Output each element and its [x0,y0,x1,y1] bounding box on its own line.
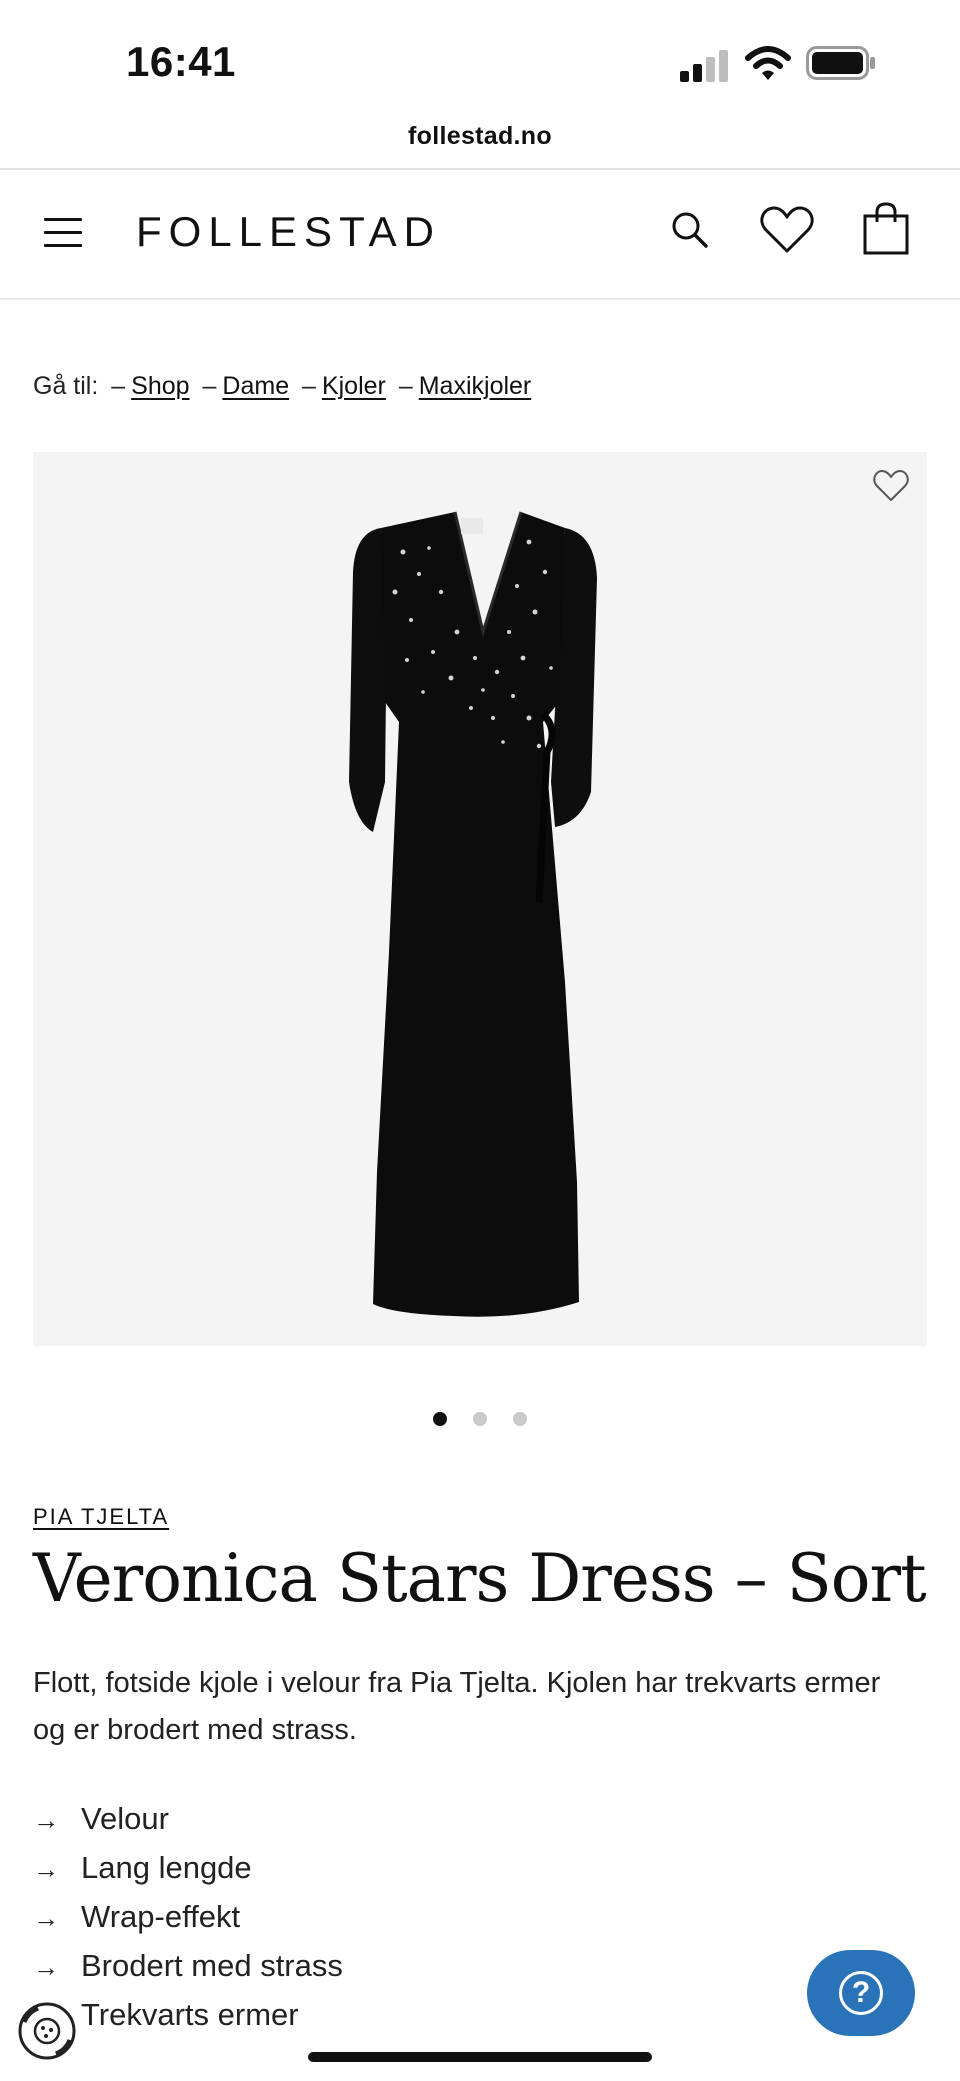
breadcrumb-separator: – [111,372,126,400]
feature-text: Brodert med strass [81,1948,343,1983]
carousel-dot-2[interactable] [473,1412,487,1426]
list-item: → Brodert med strass [33,1942,343,1991]
product-brand-link[interactable]: PIA TJELTA [33,1504,169,1530]
breadcrumb-prefix: Gå til: [33,372,99,400]
list-item: →Trekvarts ermer [33,1991,343,2040]
list-item: → Lang lengde [33,1844,343,1893]
home-indicator [308,2052,652,2062]
dress-illustration [349,511,597,1317]
search-icon[interactable] [668,208,712,252]
arrow-right-icon: → [33,1854,59,1884]
image-carousel-dots [0,1412,960,1431]
battery-icon [806,46,875,80]
product-feature-list: → Velour → Lang lengde → Wrap-effekt → Brode… [33,1795,343,2040]
arrow-right-icon: → [33,1952,59,1982]
cookie-settings-icon[interactable] [16,2000,78,2062]
breadcrumb-separator: – [398,372,413,400]
url-text: follestad.no [408,122,552,150]
list-item: → Wrap-effekt [33,1893,343,1942]
arrow-right-icon: → [33,1903,59,1933]
arrow-right-icon: → [33,1805,59,1835]
list-item: → Velour [33,1795,343,1844]
browser-url-bar[interactable]: follestad.no [0,112,960,170]
product-description: Flott, fotside kjole i velour fra Pia Tj… [33,1667,881,1746]
feature-text: Velour [81,1801,169,1836]
breadcrumb-link-dame[interactable]: Dame [222,372,289,400]
breadcrumb-link-shop[interactable]: Shop [131,372,189,400]
status-bar: 16:41 [0,0,960,112]
carousel-dot-1[interactable] [432,1412,447,1426]
breadcrumb-separator: – [202,372,217,400]
breadcrumb-link-kjoler[interactable]: Kjoler [322,372,386,400]
feature-text: Lang lengde [81,1850,252,1885]
breadcrumb: Gå til: – Shop – Dame – Kjoler – Maxikjoler [33,372,531,401]
breadcrumb-link-maxikjoler[interactable]: Maxikjoler [419,372,532,400]
cellular-signal-icon [680,50,732,82]
carousel-dot-3[interactable] [513,1412,528,1426]
hamburger-icon[interactable] [44,216,82,250]
wifi-icon [745,46,791,80]
question-icon: ? [839,1971,883,2015]
heart-icon[interactable] [758,204,816,256]
site-logo[interactable]: FOLLESTAD [136,208,441,256]
product-image[interactable] [33,452,927,1346]
shopping-bag-icon[interactable] [862,200,910,256]
product-title: Veronica Stars Dress – Sort [33,1540,927,1617]
help-button[interactable]: ? [807,1950,915,2036]
breadcrumb-separator: – [302,372,316,400]
feature-text: Trekvarts ermer [81,1997,299,2032]
site-header: FOLLESTAD [0,172,960,300]
feature-text: Wrap-effekt [81,1899,241,1934]
status-time: 16:41 [126,38,236,85]
add-to-wishlist-icon[interactable] [871,468,911,504]
